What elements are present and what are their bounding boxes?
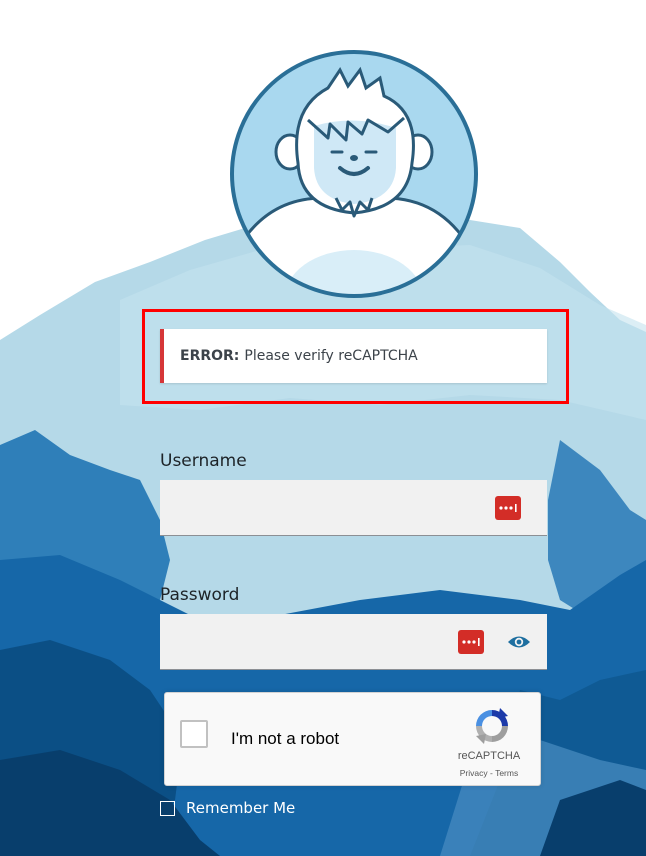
recaptcha-logo-icon (476, 708, 508, 744)
recaptcha-widget: I'm not a robot reCAPTCHA Privacy - Term… (164, 692, 541, 786)
username-label: Username (160, 451, 247, 471)
password-input[interactable] (160, 614, 547, 669)
recaptcha-links: Privacy - Terms (441, 768, 537, 778)
password-field[interactable] (160, 614, 547, 670)
recaptcha-privacy-link[interactable]: Privacy (460, 768, 488, 778)
username-input[interactable] (160, 480, 547, 535)
recaptcha-brand: reCAPTCHA (457, 750, 521, 762)
recaptcha-label: I'm not a robot (231, 729, 340, 748)
recaptcha-checkbox[interactable] (180, 720, 208, 748)
remember-me: Remember Me (160, 799, 295, 817)
password-manager-icon[interactable] (458, 630, 484, 654)
recaptcha-terms-link[interactable]: Terms (495, 768, 518, 778)
error-prefix: ERROR: (180, 348, 240, 364)
password-manager-icon[interactable] (495, 496, 521, 520)
error-message: Please verify reCAPTCHA (244, 348, 418, 364)
password-label: Password (160, 585, 240, 605)
eye-icon[interactable] (506, 630, 532, 654)
recaptcha-separator: - (490, 768, 493, 778)
remember-me-checkbox[interactable] (160, 800, 175, 816)
remember-me-label: Remember Me (186, 799, 296, 817)
error-notice: ERROR: Please verify reCAPTCHA (160, 329, 547, 383)
yeti-mascot-icon (230, 50, 478, 298)
username-field[interactable] (160, 480, 547, 536)
